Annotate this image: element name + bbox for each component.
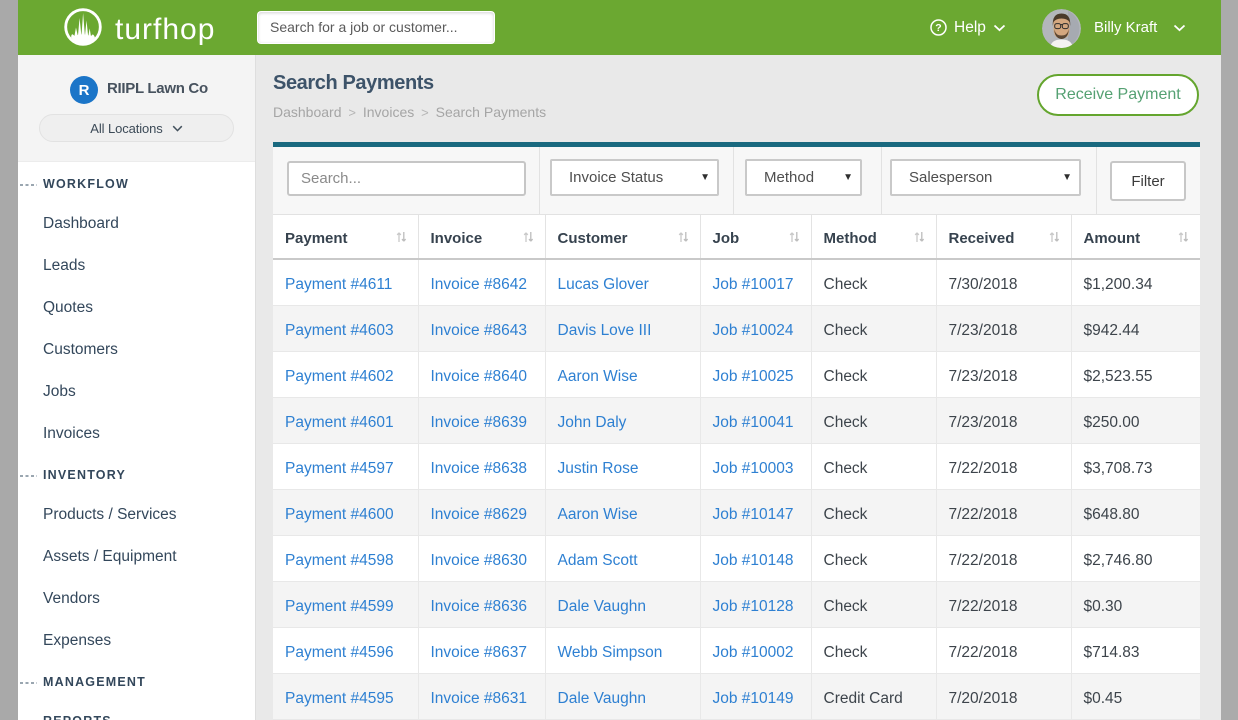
- svg-text:?: ?: [935, 22, 941, 34]
